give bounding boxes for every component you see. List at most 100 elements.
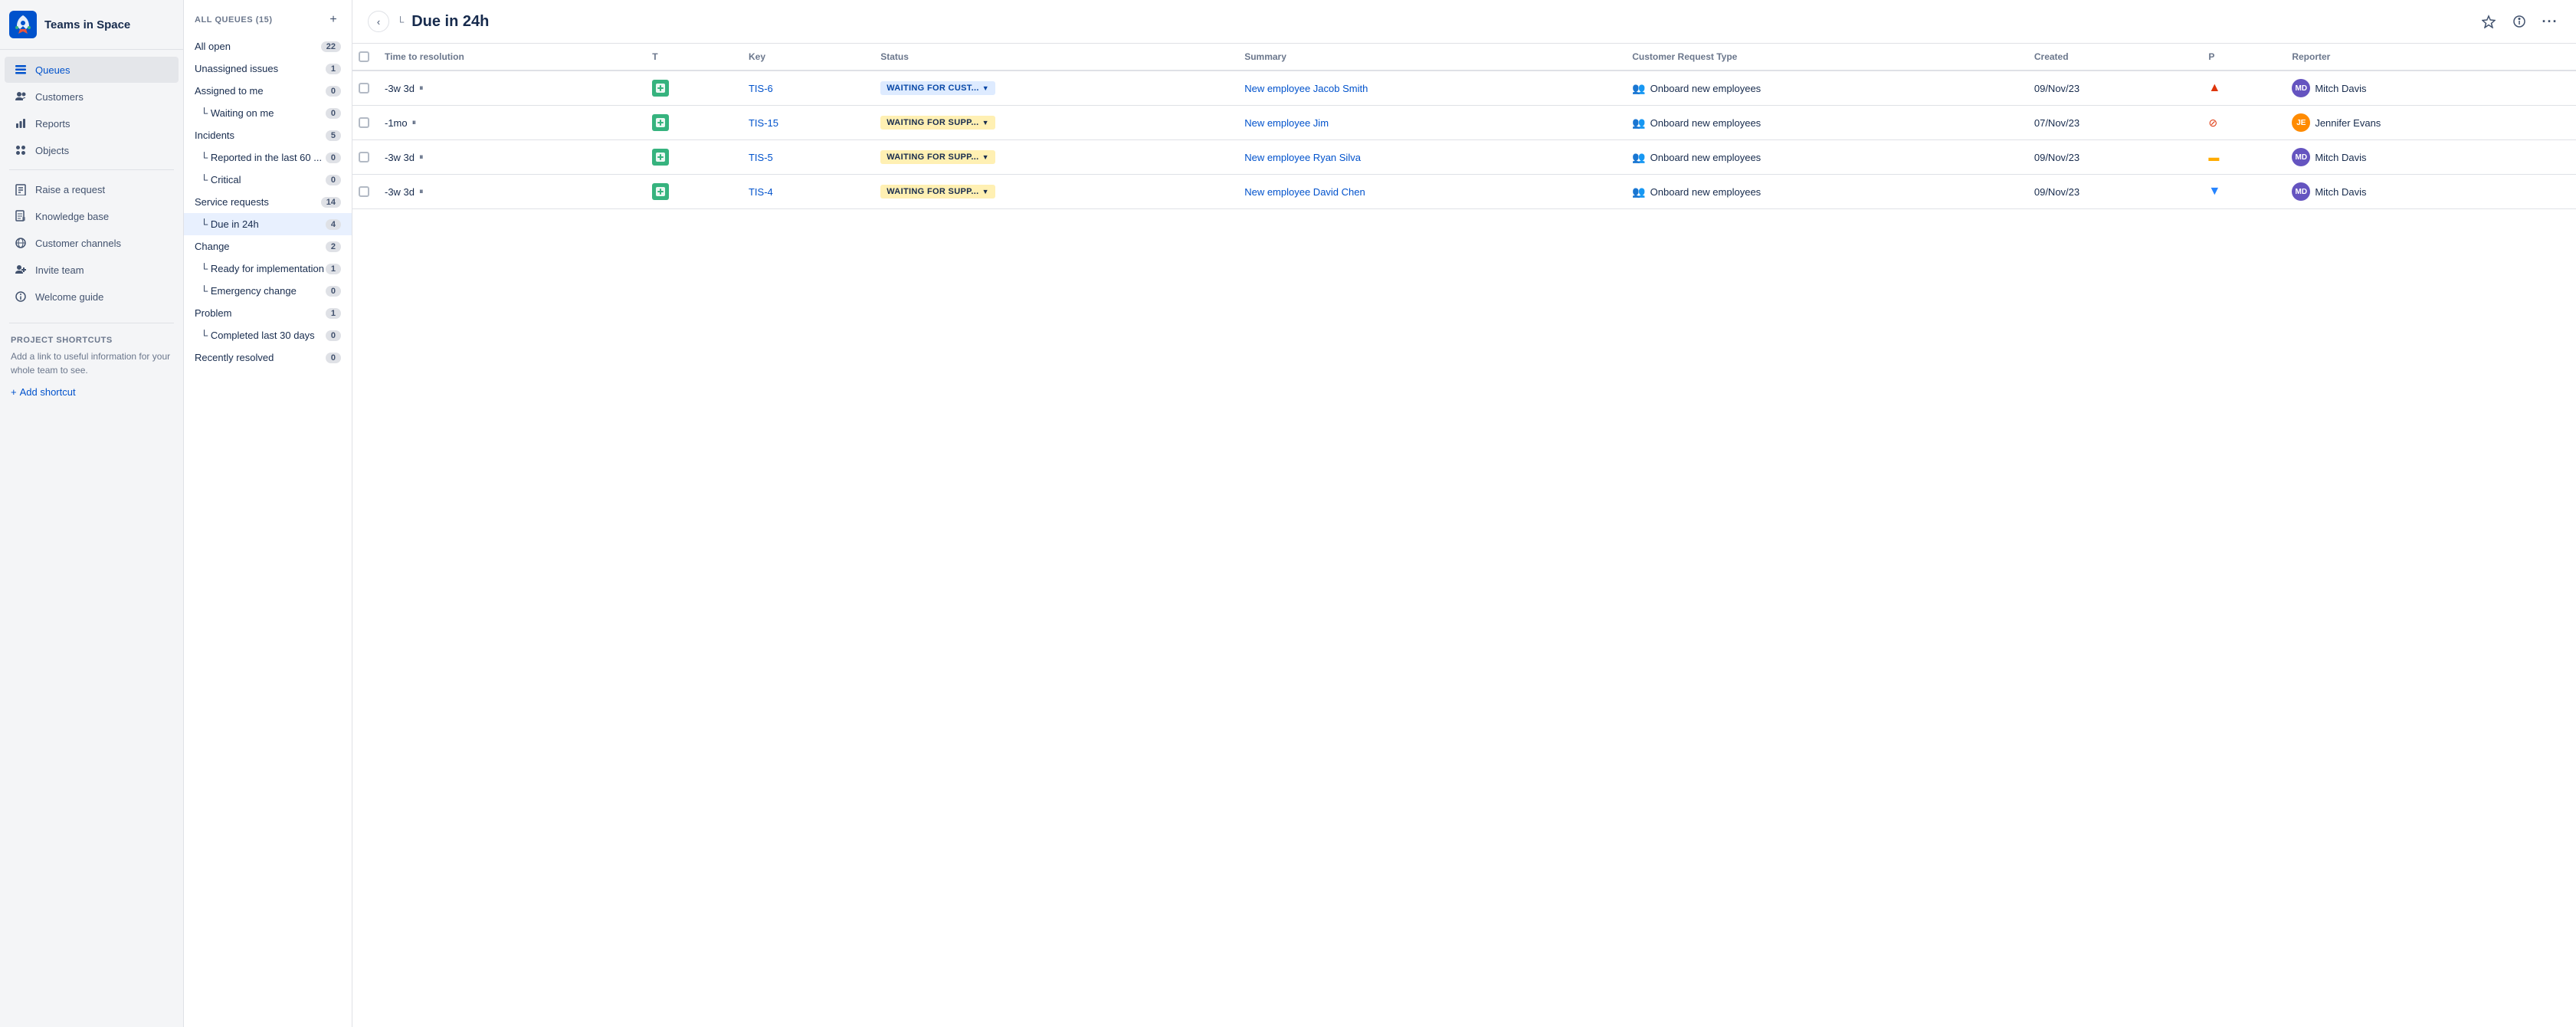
customers-icon (14, 90, 28, 103)
sidebar-item-objects[interactable]: Objects (5, 137, 179, 163)
sidebar-item-raise-request-label: Raise a request (35, 184, 105, 195)
sidebar-item-knowledge-base-label: Knowledge base (35, 211, 109, 222)
row-reporter: MD Mitch Davis (2283, 71, 2576, 106)
select-all-checkbox[interactable] (359, 51, 369, 62)
queue-item[interactable]: Unassigned issues 1 (184, 57, 352, 80)
row-checkbox[interactable] (359, 83, 369, 94)
queue-item[interactable]: └ Reported in the last 60 ... 0 (184, 146, 352, 169)
row-status: WAITING FOR SUPP... ▼ (871, 175, 1235, 209)
queue-item-count: 14 (321, 197, 341, 208)
row-type (643, 71, 739, 106)
add-shortcut-button[interactable]: + Add shortcut (11, 383, 172, 401)
page-title: Due in 24h (411, 13, 489, 31)
shortcuts-label: PROJECT SHORTCUTS (11, 336, 172, 345)
app-logo-area: Teams in Space (0, 0, 183, 50)
row-checkbox[interactable] (359, 186, 369, 197)
sidebar-item-customer-channels[interactable]: Customer channels (5, 230, 179, 256)
row-checkbox[interactable] (359, 152, 369, 162)
time-value: -1mo (385, 117, 408, 129)
row-request-type: 👥 Onboard new employees (1623, 175, 2025, 209)
time-value: -3w 3d (385, 186, 415, 198)
queue-item[interactable]: Service requests 14 (184, 191, 352, 213)
sidebar-item-welcome-guide-label: Welcome guide (35, 291, 103, 303)
add-shortcut-label: Add shortcut (20, 386, 76, 398)
queue-item[interactable]: └ Due in 24h 4 (184, 213, 352, 235)
issue-summary-link[interactable]: New employee David Chen (1244, 186, 1365, 198)
queue-item[interactable]: Incidents 5 (184, 124, 352, 146)
reporter-name: Mitch Davis (2315, 186, 2366, 198)
table-row: -3w 3d ⏸ TIS-6 WAITING FOR CUST... ▼ New… (352, 71, 2576, 106)
queue-item[interactable]: └ Waiting on me 0 (184, 102, 352, 124)
reporter-avatar: MD (2292, 79, 2310, 97)
queue-panel-title: ALL QUEUES (15) (195, 15, 273, 25)
row-created: 09/Nov/23 (2025, 140, 2200, 175)
th-created: Created (2025, 44, 2200, 71)
sidebar-item-welcome-guide[interactable]: Welcome guide (5, 284, 179, 310)
row-checkbox[interactable] (359, 117, 369, 128)
issue-summary-link[interactable]: New employee Ryan Silva (1244, 152, 1361, 163)
issue-key-link[interactable]: TIS-4 (749, 186, 773, 198)
queue-item[interactable]: └ Ready for implementation 1 (184, 258, 352, 280)
status-chevron-icon: ▼ (982, 153, 989, 161)
collapse-panel-button[interactable]: ‹ (368, 11, 389, 32)
queue-item-name: Problem (195, 307, 326, 319)
queue-item[interactable]: All open 22 (184, 35, 352, 57)
queue-item-name: └ Emergency change (195, 285, 326, 297)
more-options-button[interactable]: ··· (2539, 11, 2561, 32)
status-badge[interactable]: WAITING FOR CUST... ▼ (880, 81, 995, 95)
row-created: 09/Nov/23 (2025, 175, 2200, 209)
queue-item-count: 22 (321, 41, 341, 52)
queue-item-count: 1 (326, 308, 341, 319)
request-type-name: Onboard new employees (1650, 152, 1762, 163)
issue-summary-link[interactable]: New employee Jim (1244, 117, 1329, 129)
sidebar-item-reports[interactable]: Reports (5, 110, 179, 136)
add-queue-button[interactable]: + (326, 12, 341, 28)
row-priority: ▲ (2199, 71, 2283, 106)
issues-table: Time to resolution T Key Status Summary … (352, 44, 2576, 209)
issues-table-container: Time to resolution T Key Status Summary … (352, 44, 2576, 1027)
row-type (643, 140, 739, 175)
row-request-type: 👥 Onboard new employees (1623, 140, 2025, 175)
status-badge[interactable]: WAITING FOR SUPP... ▼ (880, 150, 995, 164)
breadcrumb: └ (397, 16, 404, 28)
queue-item[interactable]: Problem 1 (184, 302, 352, 324)
queue-list: All open 22 Unassigned issues 1 Assigned… (184, 35, 352, 369)
queue-item[interactable]: └ Critical 0 (184, 169, 352, 191)
issue-type-icon (652, 183, 669, 200)
queue-item[interactable]: Assigned to me 0 (184, 80, 352, 102)
objects-icon (14, 143, 28, 157)
row-key: TIS-4 (739, 175, 871, 209)
sidebar-item-knowledge-base[interactable]: Knowledge base (5, 203, 179, 229)
main-header-left: ‹ └ Due in 24h (368, 11, 489, 32)
request-type-team-icon: 👥 (1632, 82, 1645, 95)
sidebar-item-raise-request[interactable]: Raise a request (5, 176, 179, 202)
main-content: ‹ └ Due in 24h ··· Time to resol (352, 0, 2576, 1027)
request-type-name: Onboard new employees (1650, 83, 1762, 94)
sidebar-item-queues[interactable]: Queues (5, 57, 179, 83)
pause-icon: ⏸ (419, 153, 424, 162)
sidebar-item-queues-label: Queues (35, 64, 70, 76)
raise-request-icon (14, 182, 28, 196)
queue-item[interactable]: Recently resolved 0 (184, 346, 352, 369)
issue-key-link[interactable]: TIS-6 (749, 83, 773, 94)
sidebar-item-invite-team-label: Invite team (35, 264, 84, 276)
queue-item[interactable]: Change 2 (184, 235, 352, 258)
status-badge[interactable]: WAITING FOR SUPP... ▼ (880, 185, 995, 199)
queue-item-count: 0 (326, 286, 341, 297)
queue-item-name: └ Completed last 30 days (195, 330, 326, 341)
sidebar-item-customers-label: Customers (35, 91, 84, 103)
info-button[interactable] (2509, 11, 2530, 32)
row-key: TIS-6 (739, 71, 871, 106)
queue-item[interactable]: └ Completed last 30 days 0 (184, 324, 352, 346)
issue-type-icon (652, 114, 669, 131)
request-type-team-icon: 👥 (1632, 116, 1645, 130)
queue-item[interactable]: └ Emergency change 0 (184, 280, 352, 302)
issue-summary-link[interactable]: New employee Jacob Smith (1244, 83, 1368, 94)
status-badge[interactable]: WAITING FOR SUPP... ▼ (880, 116, 995, 130)
sidebar-item-customers[interactable]: Customers (5, 84, 179, 110)
star-button[interactable] (2478, 11, 2499, 32)
row-status: WAITING FOR CUST... ▼ (871, 71, 1235, 106)
sidebar-item-invite-team[interactable]: Invite team (5, 257, 179, 283)
issue-key-link[interactable]: TIS-15 (749, 117, 778, 129)
issue-key-link[interactable]: TIS-5 (749, 152, 773, 163)
